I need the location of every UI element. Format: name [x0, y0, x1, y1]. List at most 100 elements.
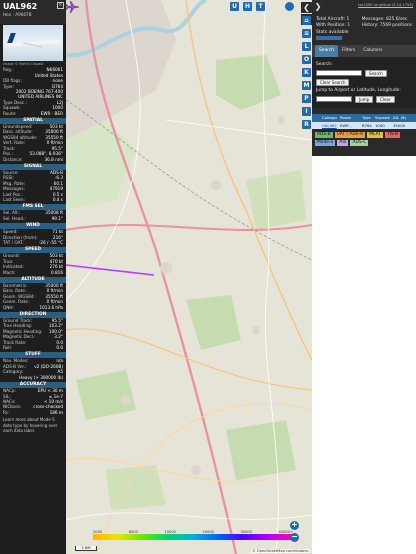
clear-search-button[interactable]: Clear Search — [316, 78, 350, 86]
table-cell: 35000 — [393, 122, 406, 128]
map-top-button-t[interactable]: T — [256, 2, 265, 11]
info-row: Route: EWR - BER — [0, 111, 66, 116]
forest-patch — [226, 420, 296, 480]
jump-input[interactable] — [316, 96, 352, 103]
search-label: Search: — [316, 62, 333, 68]
map-top-button-h[interactable]: H — [243, 2, 252, 11]
aircraft-marker[interactable] — [66, 0, 80, 14]
town — [160, 262, 172, 274]
info-row-label: Rc: — [3, 409, 10, 415]
info-row-label: Distance: — [3, 156, 23, 162]
settings-circle-button[interactable] — [285, 2, 294, 11]
tab-search[interactable]: Search — [315, 45, 339, 58]
source-badge: Mode-S — [315, 139, 336, 146]
map-top-button-u[interactable]: U — [230, 2, 239, 11]
jump-button[interactable]: Jump — [355, 95, 374, 103]
search-button[interactable]: Search — [365, 69, 387, 77]
close-info-button[interactable]: × — [57, 2, 64, 9]
map-layer-button-l[interactable]: L — [302, 42, 311, 51]
source-badge: ADS-C — [350, 139, 369, 146]
source-badge: AIS — [337, 139, 349, 146]
layers-button[interactable]: ≡ — [302, 29, 311, 38]
info-row-label: Category: — [3, 369, 24, 375]
info-row: QNH: 1013.6 hPa — [0, 305, 66, 310]
info-row: Distance: 36.8 nmi — [0, 157, 66, 162]
town — [121, 395, 131, 405]
right-sidebar: tar1090 on github (3.14.1753) ❯ Total Ai… — [312, 0, 416, 554]
map-canvas — [66, 0, 312, 554]
table-row[interactable]: UAL962EWR - BER B7641000 35000 — [312, 121, 416, 135]
info-row-value: -26 / -55 °C — [38, 239, 63, 245]
home-button[interactable]: ⌂ — [302, 16, 311, 25]
aircraft-table-header: Callsign Route Type Squawk Alt. (ft) — [312, 113, 416, 122]
town — [191, 465, 201, 475]
column-header[interactable]: Type — [359, 114, 372, 122]
stat-item: Stats available — [316, 29, 349, 35]
map-layer-button-m[interactable]: M — [302, 81, 311, 90]
info-row-value: EWR - BER — [40, 110, 63, 116]
search-input[interactable] — [316, 70, 362, 77]
info-row-value: 0.0 — [56, 345, 63, 351]
github-link[interactable]: tar1090 on github (3.14.1753) — [312, 0, 416, 9]
stat-item: With Position: 1 — [316, 23, 351, 29]
stat-item: Total Aircraft: 1 — [316, 16, 350, 22]
source-badge: ADS-B — [315, 131, 333, 138]
info-row: Mach: 0.816 — [0, 270, 66, 275]
table-cell: EWR - BER — [340, 122, 352, 135]
stat-item: Messages: 825.6/sec — [361, 16, 408, 22]
jump-row: Jump Clear — [316, 95, 412, 103]
info-row-label: Route: — [3, 110, 17, 116]
info-row-label: Last Seen: — [3, 196, 25, 202]
zoom-in-button[interactable]: + — [290, 521, 299, 530]
info-row-label: Reg.: — [3, 67, 14, 73]
town — [211, 180, 221, 190]
search-row: Search — [316, 69, 412, 77]
column-header[interactable]: Alt. (ft) — [390, 114, 410, 122]
map-layer-button-k[interactable]: K — [302, 68, 311, 77]
info-row: Sel. Head.: 99.1° — [0, 216, 66, 221]
hex-code: Hex : A9667B — [3, 12, 32, 17]
aircraft-info-panel: UAL962 Hex : A9667B × Image © Martin Osw… — [0, 0, 66, 554]
info-row: Last Seen: 0.4 s — [0, 197, 66, 202]
tab-filters[interactable]: Filters — [338, 45, 359, 57]
source-legend: ADS-B UAT / ADS-R MLAT TIS-B Mode-S AIS ADS-C — [312, 129, 416, 149]
column-header[interactable]: Squawk — [372, 114, 390, 122]
stats-swatch — [316, 36, 342, 41]
callsign-link[interactable]: UAL962 — [319, 122, 337, 129]
town — [252, 326, 260, 334]
next-toggle-button[interactable]: ❯ — [313, 2, 323, 12]
town — [277, 116, 285, 124]
info-row-value: 0.4 s — [52, 196, 63, 202]
map-attribution[interactable]: © OpenStreetMap contributors. — [251, 549, 310, 553]
zoom-out-button[interactable]: − — [290, 533, 299, 542]
stats-right: Messages: 825.6/sec History: 7569 positio… — [362, 17, 412, 37]
info-row: Roll: 0.0 — [0, 345, 66, 350]
search-area: Search: Search Clear Search Jump to Airp… — [312, 57, 416, 108]
prev-toggle-button[interactable]: ❮ — [301, 2, 312, 13]
info-row-value: A5 — [57, 369, 63, 375]
clear-jump-button[interactable]: Clear — [376, 95, 395, 103]
source-badge: TIS-B — [384, 131, 401, 138]
table-cell: 1000 — [375, 122, 385, 128]
map-layer-button-p[interactable]: P — [302, 94, 311, 103]
info-row-value: 99.1° — [51, 215, 63, 221]
tab-columns[interactable]: Columns — [359, 45, 386, 57]
map-scalebar: 5 NM — [75, 546, 97, 551]
forest-patch — [246, 170, 306, 230]
column-header[interactable]: Route — [337, 114, 359, 122]
column-header[interactable]: Callsign — [319, 114, 337, 122]
info-row-label: Mach: — [3, 269, 16, 275]
table-cell — [312, 122, 319, 129]
callsign-title: UAL962 — [3, 2, 38, 11]
info-row-label: TAT / OAT: — [3, 239, 24, 245]
map-view[interactable]: ❮ ❮ LOKMPIR UHT⌂≡ 2000600010000200003000… — [66, 0, 312, 554]
aircraft-photo[interactable] — [3, 25, 63, 61]
info-row-label: Roll: — [3, 345, 13, 351]
column-header[interactable] — [312, 114, 319, 122]
map-layer-button-i[interactable]: I — [302, 107, 311, 116]
map-layer-button-o[interactable]: O — [302, 55, 311, 64]
basic-info: Reg.: N66061 United States DB flags: none Typ… — [0, 67, 66, 116]
map-layer-button-r[interactable]: R — [302, 120, 311, 129]
altitude-color-scale — [93, 534, 293, 540]
stat-item: History: 7569 positions — [361, 23, 412, 29]
